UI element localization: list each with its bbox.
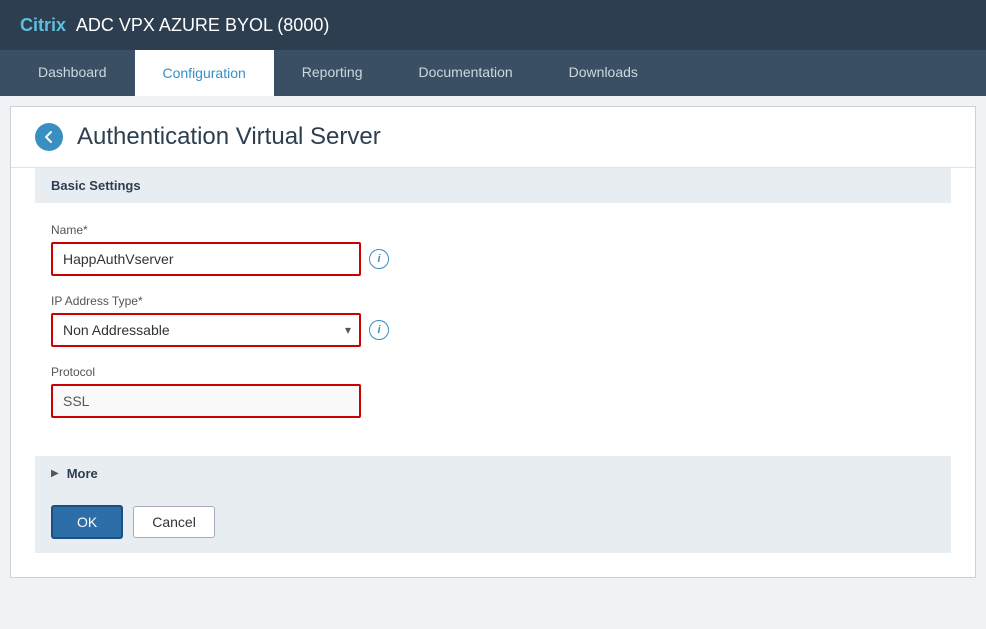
app-title: ADC VPX AZURE BYOL (8000) xyxy=(76,15,329,35)
name-field-group: Name* i xyxy=(51,223,935,276)
ok-button[interactable]: OK xyxy=(51,505,123,539)
ip-address-type-label: IP Address Type* xyxy=(51,294,935,308)
name-input[interactable] xyxy=(51,242,361,276)
protocol-field-group: Protocol xyxy=(51,365,935,418)
main-nav: Dashboard Configuration Reporting Docume… xyxy=(0,50,986,96)
ip-address-type-field-group: IP Address Type* Non Addressable IPv4 IP… xyxy=(51,294,935,347)
ip-address-type-info-icon[interactable]: i xyxy=(369,320,389,340)
more-label: More xyxy=(67,466,98,481)
section-header-basic-settings: Basic Settings xyxy=(35,168,951,203)
ip-address-type-field-row: Non Addressable IPv4 IPv6 ▾ i xyxy=(51,313,935,347)
nav-item-dashboard[interactable]: Dashboard xyxy=(10,50,135,96)
nav-item-documentation[interactable]: Documentation xyxy=(390,50,540,96)
back-button[interactable] xyxy=(35,123,63,151)
section-body: Name* i IP Address Type* Non Addressable… xyxy=(35,203,951,456)
ip-address-type-select[interactable]: Non Addressable IPv4 IPv6 xyxy=(51,313,361,347)
page-title: Authentication Virtual Server xyxy=(77,123,381,151)
more-chevron-right-icon: ▶ xyxy=(51,468,59,479)
brand-name: Citrix xyxy=(20,15,66,35)
nav-item-downloads[interactable]: Downloads xyxy=(541,50,666,96)
name-field-row: i xyxy=(51,242,935,276)
protocol-field-row xyxy=(51,384,935,418)
header-title: Citrix ADC VPX AZURE BYOL (8000) xyxy=(20,15,329,36)
page-header: Authentication Virtual Server xyxy=(11,107,975,168)
content-wrapper: Authentication Virtual Server Basic Sett… xyxy=(10,106,976,578)
name-label: Name* xyxy=(51,223,935,237)
basic-settings-section: Basic Settings Name* i IP Address Type* xyxy=(35,168,951,456)
form-footer: OK Cancel xyxy=(35,491,951,553)
name-info-icon[interactable]: i xyxy=(369,249,389,269)
ip-address-type-select-wrapper: Non Addressable IPv4 IPv6 ▾ xyxy=(51,313,361,347)
cancel-button[interactable]: Cancel xyxy=(133,506,215,538)
nav-item-reporting[interactable]: Reporting xyxy=(274,50,391,96)
nav-item-configuration[interactable]: Configuration xyxy=(135,50,274,96)
form-container: Basic Settings Name* i IP Address Type* xyxy=(11,168,975,577)
protocol-input[interactable] xyxy=(51,384,361,418)
app-header: Citrix ADC VPX AZURE BYOL (8000) xyxy=(0,0,986,50)
protocol-label: Protocol xyxy=(51,365,935,379)
more-section[interactable]: ▶ More xyxy=(35,456,951,491)
